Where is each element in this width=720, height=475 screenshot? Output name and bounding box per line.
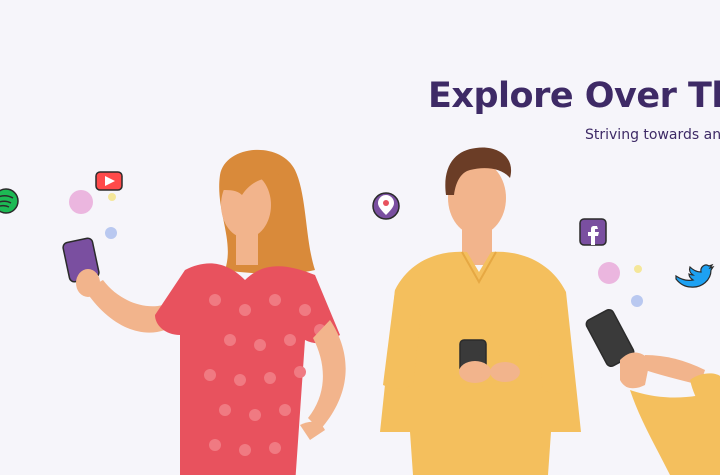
man-illustration — [380, 147, 581, 475]
facebook-icon — [579, 218, 607, 246]
decor-dot — [108, 193, 116, 201]
decor-dot — [634, 265, 642, 273]
hero-title: Explore Over The W — [428, 76, 720, 116]
spotify-icon — [0, 188, 19, 214]
hero-section: Explore Over The W Striving towards an e — [0, 0, 720, 475]
decor-dot — [105, 227, 117, 239]
hero-illustration — [0, 147, 720, 475]
hero-subtitle: Striving towards an e — [585, 127, 720, 143]
periscope-icon — [372, 192, 400, 220]
decor-dot — [598, 262, 620, 284]
decor-dot — [69, 190, 93, 214]
right-person-illustration — [585, 309, 720, 475]
youtube-icon — [95, 171, 123, 191]
decor-dot — [631, 295, 643, 307]
woman-illustration — [62, 149, 346, 475]
twitter-icon — [675, 263, 715, 288]
